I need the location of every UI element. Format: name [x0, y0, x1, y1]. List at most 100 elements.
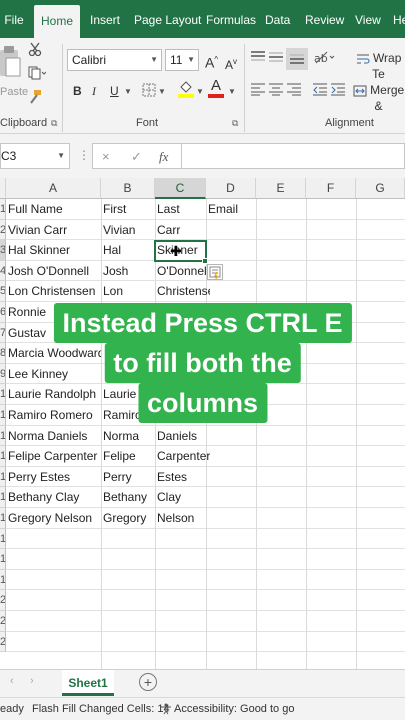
tab-formulas[interactable]: Formulas	[206, 0, 256, 38]
decrease-indent-icon[interactable]	[312, 82, 328, 100]
cell-b13[interactable]: Felipe	[101, 446, 155, 466]
cell-a11[interactable]: Ramiro Romero	[6, 405, 101, 425]
scroll-left-icon[interactable]: ‹	[10, 675, 14, 687]
borders-icon[interactable]	[142, 83, 156, 101]
cell-c5[interactable]: Christensen	[155, 281, 210, 301]
column-header-d[interactable]: D	[206, 178, 256, 199]
row-header[interactable]: 20	[0, 590, 6, 611]
cell-a9[interactable]: Lee Kinney	[6, 364, 101, 384]
cell-a2[interactable]: Vivian Carr	[6, 220, 101, 240]
cell-a15[interactable]: Bethany Clay	[6, 487, 101, 507]
cell-b2[interactable]: Vivian	[101, 220, 155, 240]
scroll-right-icon[interactable]: ›	[30, 675, 34, 687]
chevron-down-icon[interactable]: ▼	[158, 84, 166, 100]
cell-d15[interactable]	[206, 487, 256, 507]
paste-label[interactable]: Paste	[0, 84, 28, 100]
cell-b14[interactable]: Perry	[101, 467, 155, 487]
cell-b12[interactable]: Norma	[101, 426, 155, 446]
cell-a14[interactable]: Perry Estes	[6, 467, 101, 487]
flash-fill-options-icon[interactable]	[207, 264, 223, 280]
font-launcher-icon[interactable]: ⧉	[232, 118, 238, 129]
cell-a4[interactable]: Josh O'Donnell	[6, 261, 101, 281]
column-header-f[interactable]: F	[306, 178, 356, 199]
cell-d12[interactable]	[206, 426, 256, 446]
orientation-icon[interactable]: ab	[314, 50, 336, 68]
column-header-a[interactable]: A	[6, 178, 101, 199]
cell-d16[interactable]	[206, 508, 256, 528]
align-middle-icon[interactable]	[268, 50, 284, 68]
shrink-font-button[interactable]: Av	[225, 54, 237, 73]
underline-button[interactable]: U	[110, 83, 119, 99]
sheet-tab-sheet1[interactable]: Sheet1	[62, 670, 114, 696]
cell-a8[interactable]: Marcia Woodward	[6, 343, 101, 363]
copy-icon[interactable]	[28, 66, 47, 84]
chevron-down-icon[interactable]: ▼	[124, 84, 132, 100]
cell-d14[interactable]	[206, 467, 256, 487]
cell-c16[interactable]: Nelson	[155, 508, 210, 528]
align-right-icon[interactable]	[286, 82, 302, 100]
status-accessibility[interactable]: Accessibility: Good to go	[174, 698, 294, 720]
row-header[interactable]: 19	[0, 569, 6, 591]
align-top-icon[interactable]	[250, 50, 266, 68]
formula-input[interactable]	[182, 143, 405, 169]
italic-button[interactable]: I	[92, 83, 96, 99]
insert-function-icon[interactable]: fx	[159, 149, 168, 165]
cell-a1[interactable]: Full Name	[6, 199, 101, 219]
tab-file[interactable]: File	[0, 0, 28, 38]
cell-d5[interactable]	[206, 281, 256, 301]
cell-d13[interactable]	[206, 446, 256, 466]
chevron-down-icon[interactable]: ▼	[228, 84, 236, 100]
column-header-c[interactable]: C	[155, 178, 206, 199]
fill-color-icon[interactable]	[178, 80, 194, 102]
cell-a5[interactable]: Lon Christensen	[6, 281, 101, 301]
cell-d3[interactable]	[206, 240, 256, 260]
merge-center-button[interactable]: Merge &	[352, 82, 405, 114]
accessibility-icon[interactable]	[160, 698, 172, 720]
cell-a3[interactable]: Hal Skinner	[6, 240, 101, 260]
column-header-g[interactable]: G	[356, 178, 405, 199]
cancel-icon[interactable]: ×	[102, 149, 110, 164]
paste-icon[interactable]	[0, 46, 22, 82]
tab-help[interactable]: He	[393, 0, 405, 38]
font-name-combo[interactable]: Calibri ▼	[67, 49, 162, 71]
name-box[interactable]: C3 ▼	[0, 143, 70, 169]
cell-b1[interactable]: First	[101, 199, 155, 219]
align-center-icon[interactable]	[268, 82, 284, 100]
cell-b16[interactable]: Gregory	[101, 508, 155, 528]
cut-icon[interactable]	[28, 42, 42, 60]
row-header[interactable]: 18	[0, 549, 6, 570]
grow-font-button[interactable]: A^	[205, 52, 218, 71]
bold-button[interactable]: B	[73, 83, 82, 99]
cell-a13[interactable]: Felipe Carpenter	[6, 446, 101, 466]
tab-view[interactable]: View	[355, 0, 381, 38]
chevron-down-icon[interactable]: ▼	[57, 144, 65, 168]
cell-c1[interactable]: Last	[155, 199, 210, 219]
tab-home[interactable]: Home	[34, 5, 80, 38]
add-sheet-icon[interactable]: +	[139, 673, 157, 691]
cell-c14[interactable]: Estes	[155, 467, 210, 487]
font-color-button[interactable]: A	[208, 78, 224, 98]
chevron-down-icon[interactable]: ▼	[196, 84, 204, 100]
row-header[interactable]: 22	[0, 631, 6, 653]
row-header[interactable]: 21	[0, 611, 6, 632]
row-header[interactable]: 17	[0, 528, 6, 550]
cell-b5[interactable]: Lon	[101, 281, 155, 301]
tab-page-layout[interactable]: Page Layout	[134, 0, 201, 38]
cell-c2[interactable]: Carr	[155, 220, 210, 240]
cell-a12[interactable]: Norma Daniels	[6, 426, 101, 446]
tab-insert[interactable]: Insert	[90, 0, 120, 38]
cell-b4[interactable]: Josh	[101, 261, 155, 281]
cell-c12[interactable]: Daniels	[155, 426, 210, 446]
clipboard-launcher-icon[interactable]: ⧉	[51, 118, 57, 129]
cell-b3[interactable]: Hal	[101, 240, 155, 260]
cell-a16[interactable]: Gregory Nelson	[6, 508, 101, 528]
align-left-icon[interactable]	[250, 82, 266, 100]
tab-review[interactable]: Review	[305, 0, 344, 38]
cell-a10[interactable]: Laurie Randolph	[6, 384, 101, 404]
tab-data[interactable]: Data	[265, 0, 290, 38]
column-header-e[interactable]: E	[256, 178, 306, 199]
wrap-text-button[interactable]: Wrap Te	[352, 50, 405, 82]
increase-indent-icon[interactable]	[330, 82, 346, 100]
cell-d1[interactable]: Email	[206, 199, 256, 219]
column-header-b[interactable]: B	[101, 178, 155, 199]
